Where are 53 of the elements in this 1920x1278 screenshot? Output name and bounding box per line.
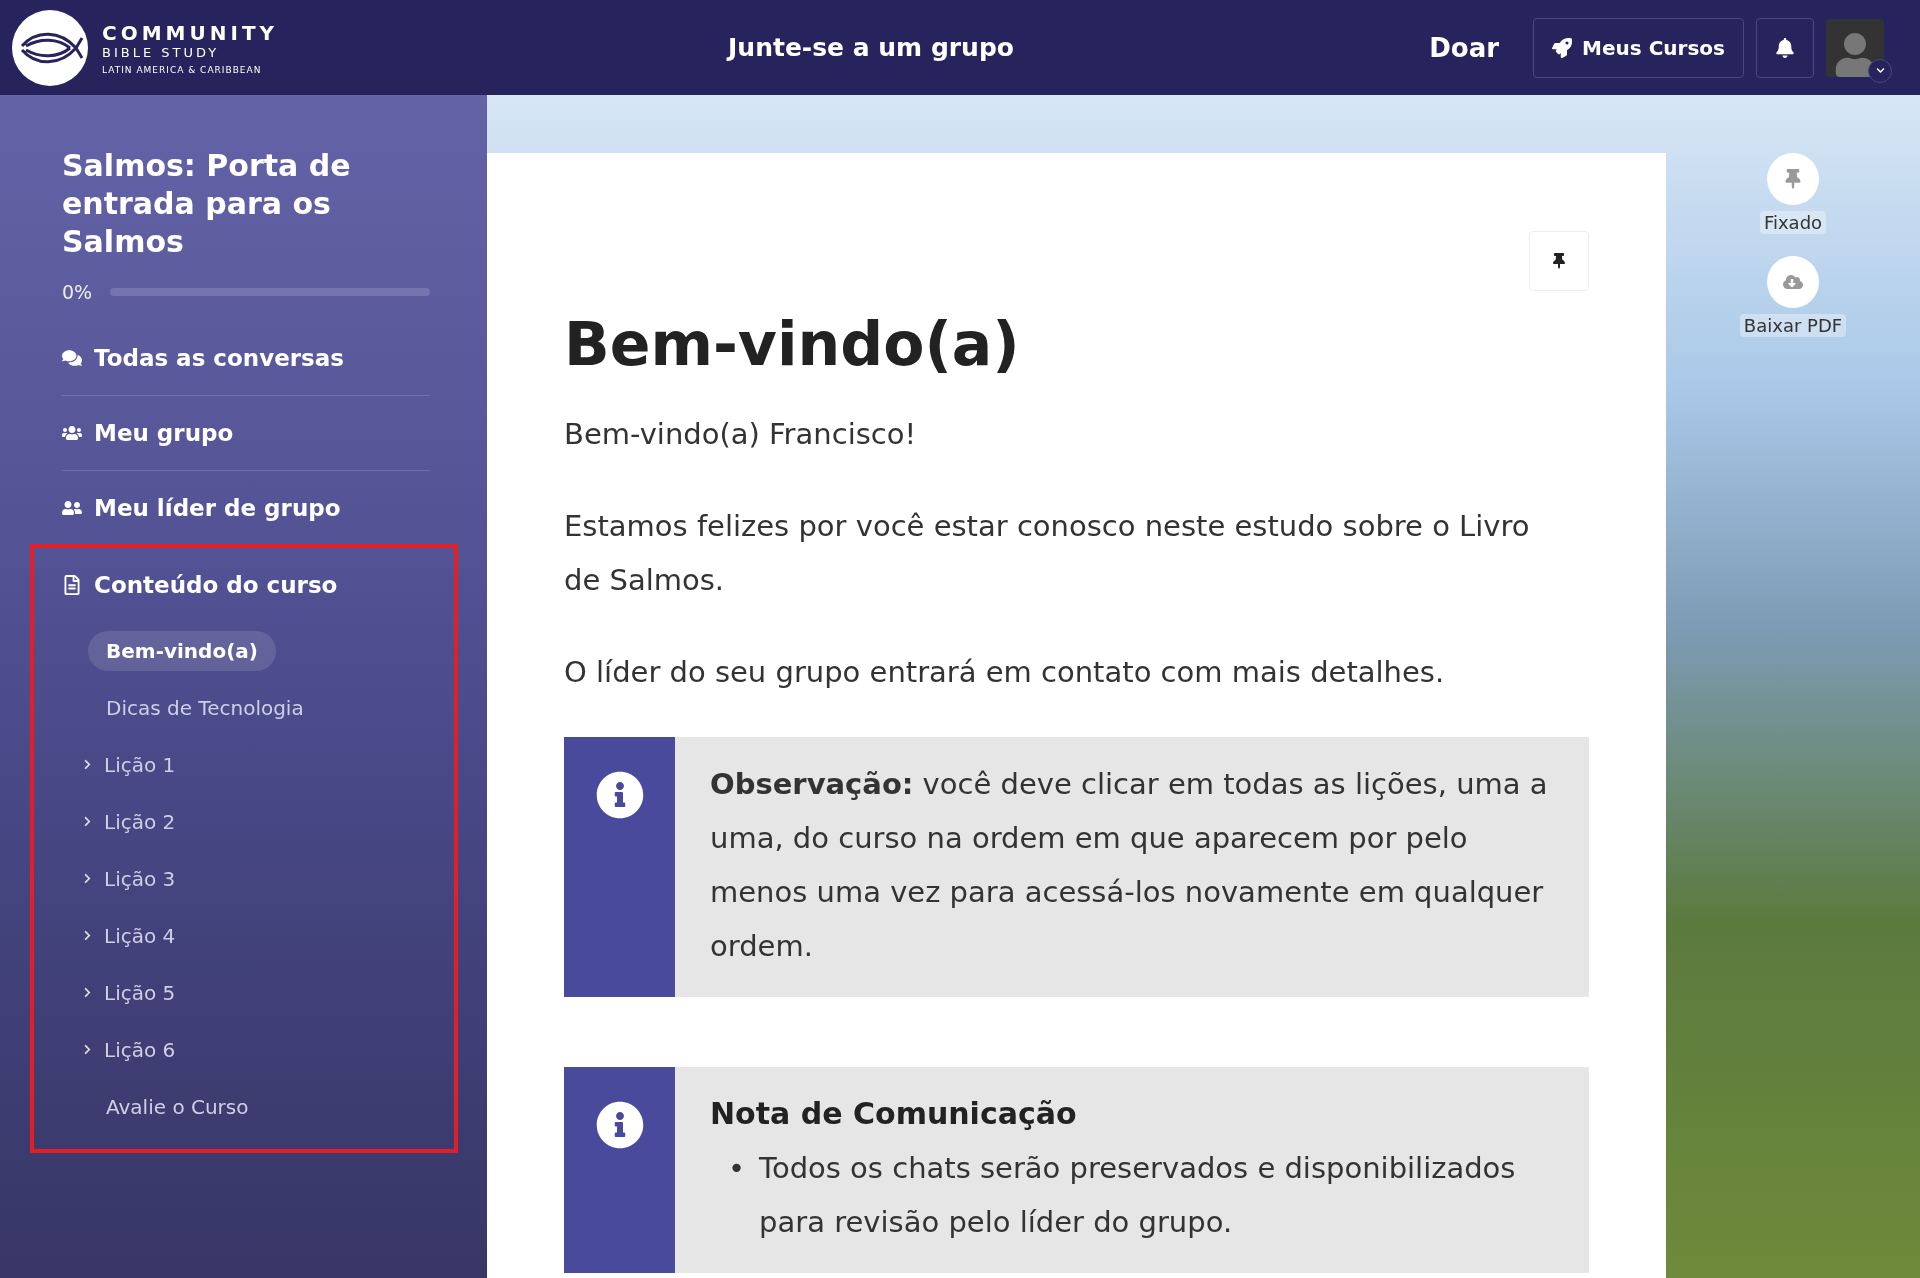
- donate-link[interactable]: Doar: [1429, 32, 1500, 63]
- join-group-link[interactable]: Junte-se a um grupo: [728, 33, 1014, 62]
- sidebar-nav-link[interactable]: Meu líder de grupo: [62, 471, 430, 546]
- fish-logo-icon: [12, 9, 88, 86]
- course-content-item[interactable]: Bem-vindo(a): [88, 630, 276, 671]
- course-content-item[interactable]: Dicas de Tecnologia: [106, 687, 304, 728]
- course-title: Salmos: Porta de entrada para os Salmos: [62, 147, 352, 261]
- course-content-item[interactable]: Lição 5: [104, 972, 176, 1013]
- bullet-marker: •: [728, 1150, 746, 1187]
- chevron-right-icon: [82, 987, 93, 998]
- chevron-right-icon: [82, 873, 93, 884]
- progress-reading: 0%: [62, 281, 93, 303]
- cloud-download-icon: [1783, 272, 1803, 292]
- sidebar-nav-link[interactable]: Meu grupo: [62, 396, 430, 471]
- people-icon: [62, 423, 84, 443]
- notifications-button[interactable]: [1756, 17, 1814, 78]
- page-title: Bem-vindo(a): [564, 309, 1021, 379]
- logo-text: BIBLE STUDY: [102, 44, 221, 60]
- my-courses-button[interactable]: Meus Cursos: [1533, 17, 1744, 78]
- callout-heading: Nota de Comunicação: [710, 1095, 1078, 1133]
- chevron-down-icon[interactable]: [1868, 58, 1892, 83]
- chevron-right-icon: [82, 759, 93, 770]
- callout-text: Observação: você deve clicar em todas as lições, uma a uma, do curso na ordem em que aparecem por pelo menos uma vez para acessá-los novamente em qualquer ordem.: [710, 766, 1549, 965]
- pinned-button[interactable]: [1767, 153, 1819, 205]
- chat-bubbles-icon: [62, 348, 84, 368]
- sidebar-nav-link[interactable]: Conteúdo do curso: [62, 548, 430, 622]
- course-content-item[interactable]: Lição 3: [104, 858, 176, 899]
- pin-icon: [1551, 253, 1567, 269]
- info-icon: [595, 1101, 644, 1149]
- info-icon: [595, 771, 644, 819]
- action-label: Baixar PDF: [1739, 314, 1847, 337]
- download-button[interactable]: [1767, 256, 1819, 308]
- logo-subtitle: LATIN AMERICA & CARIBBEAN: [102, 64, 263, 75]
- paragraph: O líder do seu grupo entrará em contato com mais detalhes.: [564, 654, 1446, 691]
- two-people-icon: [62, 498, 84, 518]
- course-content-item[interactable]: Lição 1: [104, 744, 176, 785]
- sidebar-nav-link[interactable]: Todas as conversas: [62, 321, 430, 396]
- pin-icon: [1783, 169, 1803, 189]
- chevron-right-icon: [82, 930, 93, 941]
- course-content-item[interactable]: Lição 4: [104, 915, 176, 956]
- course-content-item[interactable]: Lição 6: [104, 1029, 176, 1070]
- course-content-item[interactable]: Avalie o Curso: [106, 1086, 249, 1127]
- logo-text: COMMUNITY: [102, 20, 279, 45]
- paragraph: Estamos felizes por você estar conosco neste estudo sobre o Livro de Salmos.: [564, 508, 1531, 599]
- chevron-right-icon: [82, 816, 93, 827]
- bell-icon: [1775, 37, 1795, 58]
- rocket-icon: [1552, 37, 1573, 58]
- action-label: Fixado: [1759, 211, 1827, 234]
- pin-button[interactable]: [1529, 231, 1589, 291]
- paragraph: Bem-vindo(a) Francisco!: [564, 416, 918, 453]
- bullet-item: Todos os chats serão preservados e disponibilizados para revisão pelo líder do grupo.: [759, 1150, 1517, 1241]
- chevron-right-icon: [82, 1044, 93, 1055]
- course-content-item[interactable]: Lição 2: [104, 801, 176, 842]
